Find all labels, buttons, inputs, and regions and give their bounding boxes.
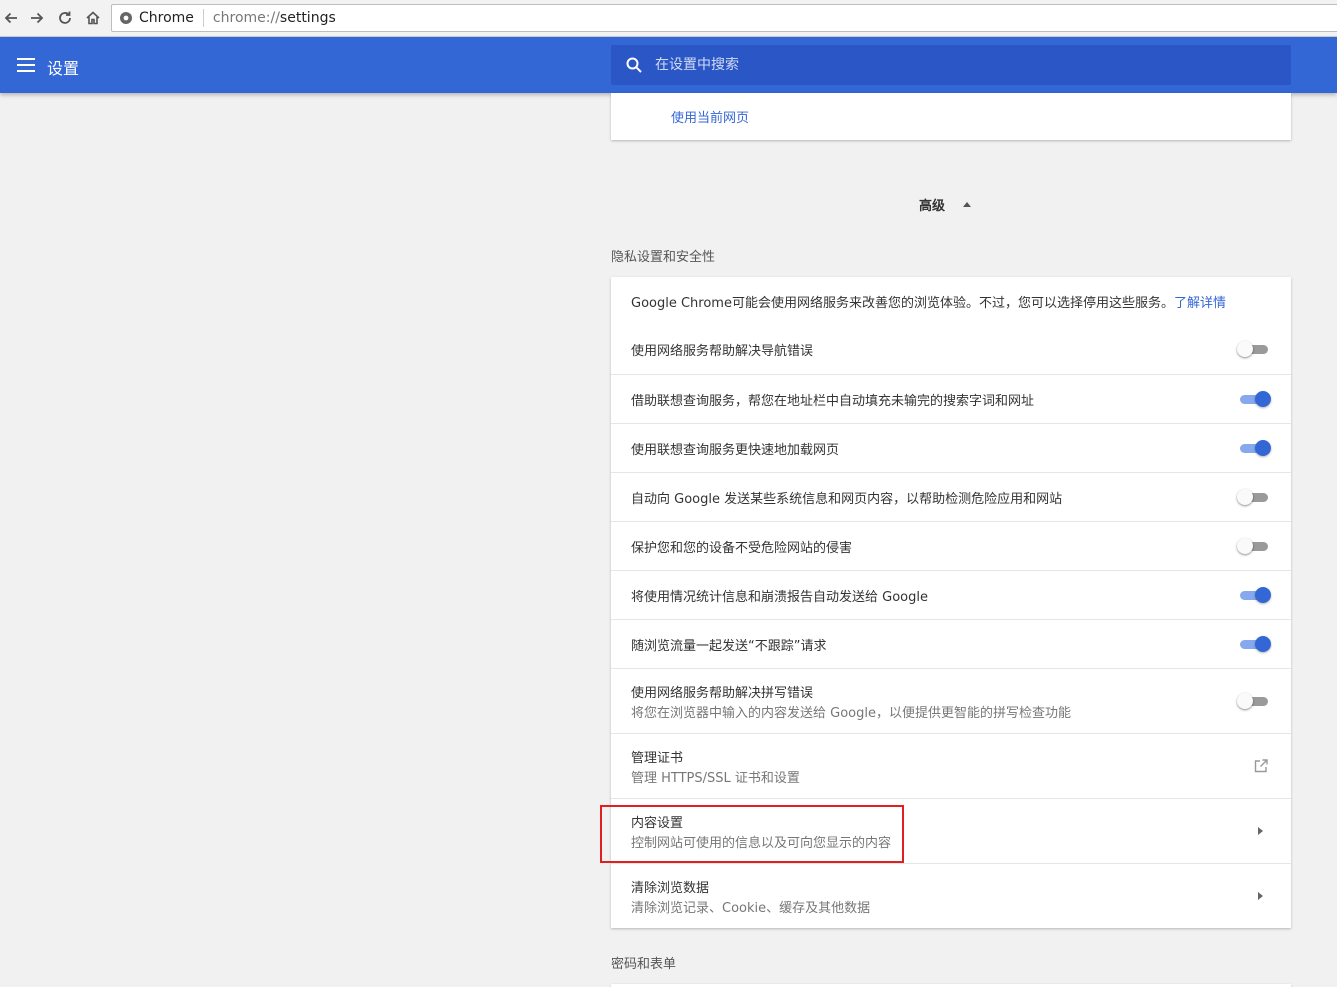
- passwords-section-title: 密码和表单: [611, 957, 677, 972]
- toggle-label: 使用网络服务帮助解决导航错误: [631, 344, 814, 359]
- content-settings-description: 控制网站可使用的信息以及可向您显示的内容: [631, 836, 892, 851]
- home-button[interactable]: [82, 7, 104, 29]
- clear-data-label: 清除浏览数据: [631, 881, 710, 896]
- manage-certificates-row[interactable]: 管理证书 管理 HTTPS/SSL 证书和设置: [611, 733, 1291, 798]
- forward-arrow-icon: [31, 12, 44, 24]
- clear-browsing-data-row[interactable]: 清除浏览数据 清除浏览记录、Cookie、缓存及其他数据: [611, 863, 1291, 928]
- toggle-label: 使用联想查询服务更快速地加载网页: [631, 443, 840, 458]
- browser-toolbar: Chrome chrome://settings: [0, 0, 1337, 37]
- caret-up-icon: [963, 202, 972, 207]
- url-path: settings: [279, 10, 336, 26]
- back-arrow-icon: [4, 12, 17, 24]
- main-menu-button[interactable]: [14, 53, 38, 77]
- toggle-label: 保护您和您的设备不受危险网站的侵害: [631, 541, 853, 556]
- privacy-toggle-row[interactable]: 借助联想查询服务，帮您在地址栏中自动填充未输完的搜索字词和网址: [611, 374, 1291, 423]
- spelling-toggle[interactable]: [1237, 691, 1271, 711]
- settings-search[interactable]: [611, 45, 1291, 85]
- toggle-knob: [1255, 636, 1271, 652]
- toggle-knob: [1237, 489, 1253, 505]
- privacy-card: Google Chrome可能会使用网络服务来改善您的浏览体验。不过，您可以选择…: [611, 277, 1291, 928]
- search-input[interactable]: [655, 57, 1255, 73]
- privacy-intro-row: Google Chrome可能会使用网络服务来改善您的浏览体验。不过，您可以选择…: [611, 277, 1291, 325]
- privacy-toggle-row[interactable]: 随浏览流量一起发送“不跟踪”请求: [611, 619, 1291, 668]
- privacy-toggle-row[interactable]: 保护您和您的设备不受危险网站的侵害: [611, 521, 1291, 570]
- toggle-knob: [1237, 538, 1253, 554]
- toggle-switch[interactable]: [1237, 389, 1271, 409]
- toggle-knob: [1255, 587, 1271, 603]
- hamburger-menu-icon: [17, 58, 35, 72]
- settings-header: 设置: [0, 37, 1337, 93]
- toggle-label: 将使用情况统计信息和崩溃报告自动发送给 Google: [631, 590, 928, 605]
- search-icon: [626, 57, 642, 73]
- privacy-intro-text: Google Chrome可能会使用网络服务来改善您的浏览体验。不过，您可以选择…: [631, 296, 1174, 311]
- privacy-toggle-row[interactable]: 使用联想查询服务更快速地加载网页: [611, 423, 1291, 472]
- spelling-row[interactable]: 使用网络服务帮助解决拼写错误 将您在浏览器中输入的内容发送给 Google，以便…: [611, 668, 1291, 733]
- certificates-label: 管理证书: [631, 751, 684, 766]
- toggle-switch[interactable]: [1237, 438, 1271, 458]
- toggle-knob: [1255, 440, 1271, 456]
- spelling-description: 将您在浏览器中输入的内容发送给 Google，以便提供更智能的拼写检查功能: [631, 706, 1071, 721]
- forward-button[interactable]: [26, 7, 48, 29]
- address-bar[interactable]: Chrome chrome://settings: [111, 4, 1337, 32]
- toggle-switch[interactable]: [1237, 339, 1271, 359]
- toggle-label: 随浏览流量一起发送“不跟踪”请求: [631, 639, 827, 654]
- site-name: Chrome: [139, 10, 194, 26]
- certificates-description: 管理 HTTPS/SSL 证书和设置: [631, 771, 800, 786]
- use-current-pages-link[interactable]: 使用当前网页: [671, 107, 749, 126]
- url-scheme: chrome://: [212, 10, 280, 26]
- clear-data-description: 清除浏览记录、Cookie、缓存及其他数据: [631, 901, 871, 916]
- toggle-knob: [1237, 693, 1253, 709]
- advanced-toggle[interactable]: 高级: [919, 195, 972, 214]
- toggle-switch[interactable]: [1237, 585, 1271, 605]
- toggle-knob: [1255, 391, 1271, 407]
- content-settings-row[interactable]: 内容设置 控制网站可使用的信息以及可向您显示的内容: [611, 798, 1291, 863]
- spelling-label: 使用网络服务帮助解决拼写错误: [631, 686, 814, 701]
- toggle-switch[interactable]: [1237, 536, 1271, 556]
- chevron-right-icon[interactable]: [1258, 892, 1263, 900]
- startup-card: 使用当前网页: [611, 93, 1291, 140]
- privacy-intro: Google Chrome可能会使用网络服务来改善您的浏览体验。不过，您可以选择…: [631, 292, 1226, 311]
- chevron-right-icon[interactable]: [1258, 827, 1263, 835]
- toggle-label: 借助联想查询服务，帮您在地址栏中自动填充未输完的搜索字词和网址: [631, 394, 1035, 409]
- privacy-toggle-row[interactable]: 使用网络服务帮助解决导航错误: [611, 325, 1291, 374]
- toggle-knob: [1237, 341, 1253, 357]
- page-title: 设置: [47, 59, 80, 78]
- learn-more-link[interactable]: 了解详情: [1174, 296, 1226, 311]
- address-separator: [202, 9, 204, 27]
- toggle-switch[interactable]: [1237, 487, 1271, 507]
- open-in-new-icon[interactable]: [1253, 758, 1269, 774]
- chrome-logo-icon: [120, 12, 132, 24]
- toggle-switch[interactable]: [1237, 634, 1271, 654]
- reload-icon: [59, 11, 71, 24]
- privacy-section-title: 隐私设置和安全性: [611, 250, 716, 265]
- content-settings-label: 内容设置: [631, 816, 684, 831]
- back-button[interactable]: [0, 7, 22, 29]
- toggle-label: 自动向 Google 发送某些系统信息和网页内容，以帮助检测危险应用和网站: [631, 492, 1063, 507]
- privacy-toggle-row[interactable]: 将使用情况统计信息和崩溃报告自动发送给 Google: [611, 570, 1291, 619]
- privacy-toggle-row[interactable]: 自动向 Google 发送某些系统信息和网页内容，以帮助检测危险应用和网站: [611, 472, 1291, 521]
- home-icon: [86, 11, 100, 25]
- advanced-label: 高级: [919, 199, 946, 214]
- reload-button[interactable]: [54, 7, 76, 29]
